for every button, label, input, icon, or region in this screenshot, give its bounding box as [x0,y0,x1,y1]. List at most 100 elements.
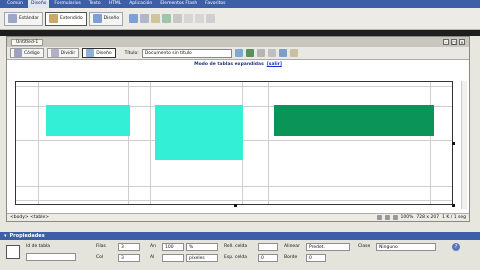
properties-title: Propiedades [9,233,45,239]
table-cell-cyan-left[interactable] [46,105,130,136]
table-border [16,86,452,87]
preview-browser-icon[interactable] [245,49,254,57]
height-label: Al [150,255,155,260]
table-cell-green-right[interactable] [274,105,434,136]
table-border [268,82,269,204]
zoom-level[interactable]: 100% [401,215,414,220]
frames-icon[interactable] [206,14,216,23]
width-input[interactable]: 100 [162,243,184,251]
split-view-button[interactable]: Dividir [46,48,80,58]
code-view-button[interactable]: Código [10,48,44,58]
align-select[interactable]: Predet. [306,243,350,251]
split-view-icon [50,49,59,57]
design-view-button[interactable]: Diseño [82,48,116,58]
insert-column-icon[interactable] [195,14,205,23]
class-select[interactable]: Ninguno [376,243,436,251]
table-border [150,82,151,204]
resize-handle[interactable] [452,142,455,145]
width-label: An [150,244,156,249]
document-title-input[interactable]: Documento sin título [141,48,232,58]
class-label: Clase [358,244,371,249]
div-icon[interactable] [140,14,150,23]
zoom-tool-icon[interactable] [392,215,398,220]
document-titlebar: Untitled-1 – □ × [7,37,469,47]
table-border [16,186,452,187]
expanded-mode-button[interactable]: Extendido [45,11,87,26]
layout-mode-button[interactable]: Diseño [88,11,124,26]
insert-tab-favorites[interactable]: Favoritos [202,0,228,8]
resize-handle[interactable] [452,204,455,207]
minimize-icon[interactable]: – [443,39,449,45]
layout-mode-label: Diseño [103,16,120,21]
align-label: Alinear [284,244,300,249]
border-label: Borde [284,255,298,260]
window-size[interactable]: 728 x 207 [416,215,439,220]
cellpad-input[interactable] [258,243,278,251]
cols-input[interactable]: 3 [118,254,140,262]
design-canvas[interactable] [15,81,455,207]
table-id-input[interactable] [26,253,76,261]
expanded-mode-label: Extendido [60,16,83,21]
height-unit-select[interactable]: píxeles [186,254,218,262]
standard-mode-label: Estándar [19,16,40,21]
table-icon[interactable] [129,14,139,23]
refresh-icon[interactable] [256,49,265,57]
vertical-scrollbar[interactable] [461,81,467,209]
visual-aids-icon[interactable] [278,49,287,57]
cols-label: Col [96,255,104,260]
tag-selector[interactable]: <body> <table> [10,215,49,220]
download-size: 1 K / 1 seg [442,215,466,220]
rows-label: Filas [96,244,106,249]
table-border [128,82,129,204]
document-window: Untitled-1 – □ × Código Dividir Diseño T… [6,36,470,222]
insert-tab-layout[interactable]: Diseño [27,0,50,8]
rows-input[interactable]: 3 [118,243,140,251]
width-unit-select[interactable]: % [186,243,218,251]
insert-tab-text[interactable]: Texto [86,0,104,8]
insert-tab-html[interactable]: HTML [106,0,125,8]
resize-handle[interactable] [234,204,237,207]
document-toolbar: Código Dividir Diseño Título: Documento … [7,47,469,60]
file-management-icon[interactable] [234,49,243,57]
table-border [430,82,431,204]
standard-mode-button[interactable]: Estándar [4,11,44,26]
table-id-label: Id de tabla [26,244,51,249]
title-label: Título: [124,50,139,56]
table-standard-icon [8,14,17,23]
exit-expanded-link[interactable]: [salir] [267,62,282,67]
expand-arrow-icon: ▾ [4,233,7,239]
layer-icon[interactable] [151,14,161,23]
insert-tab-flash[interactable]: Elementos Flash [157,0,200,8]
cellspace-input[interactable]: 0 [258,254,278,262]
view-options-icon[interactable] [267,49,276,57]
cellpad-label: Rell. celda [224,244,248,249]
expanded-mode-text: Modo de tablas expandidas [194,61,264,67]
height-input[interactable] [162,254,184,262]
properties-panel: Id de tabla Filas 3 Col 3 An 100 % Al pí… [0,240,480,270]
table-icon [6,245,20,259]
insert-bar: Común Diseño Formularios Texto HTML Apli… [0,0,480,8]
properties-panel-header[interactable]: ▾ Propiedades [0,232,480,240]
insert-row-icon[interactable] [184,14,194,23]
validate-icon[interactable] [289,49,298,57]
code-view-label: Código [24,50,40,56]
design-view-icon [86,49,95,57]
document-tab[interactable]: Untitled-1 [11,38,44,46]
insert-tab-common[interactable]: Común [4,0,26,8]
expanded-mode-banner: Modo de tablas expandidas [salir] [7,60,469,68]
window-controls: – □ × [443,39,465,45]
layout-table-icon[interactable] [162,14,172,23]
select-tool-icon[interactable] [376,215,382,220]
hand-tool-icon[interactable] [384,215,390,220]
border-input[interactable]: 0 [306,254,326,262]
close-icon[interactable]: × [459,39,465,45]
table-cell-cyan-middle[interactable] [155,105,243,160]
help-icon[interactable]: ? [452,243,460,251]
restore-icon[interactable]: □ [451,39,457,45]
insert-tab-forms[interactable]: Formularios [51,0,83,8]
layout-mode-icon [92,14,102,23]
insert-tab-application[interactable]: Aplicación [126,0,155,8]
layout-cell-icon[interactable] [173,14,183,23]
layout-toolbar: Estándar Extendido Diseño [0,8,480,30]
table-border [38,82,39,204]
